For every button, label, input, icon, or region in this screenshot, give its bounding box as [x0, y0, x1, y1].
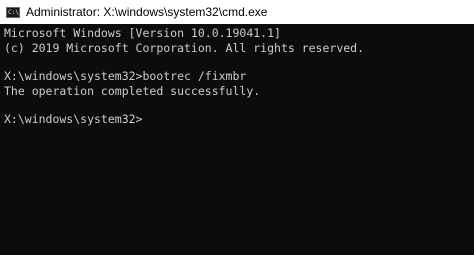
- cmd-icon: C:\: [6, 6, 20, 18]
- console-line-version: Microsoft Windows [Version 10.0.19041.1]: [4, 26, 281, 40]
- console-line-command: X:\windows\system32>bootrec /fixmbr: [4, 69, 247, 83]
- cmd-icon-glyph: C:\: [8, 8, 19, 16]
- window-title: Administrator: X:\windows\system32\cmd.e…: [26, 5, 268, 19]
- console-line-copyright: (c) 2019 Microsoft Corporation. All righ…: [4, 41, 365, 55]
- cmd-window: C:\ Administrator: X:\windows\system32\c…: [0, 0, 474, 255]
- console-prompt[interactable]: X:\windows\system32>: [4, 112, 142, 126]
- console-output[interactable]: Microsoft Windows [Version 10.0.19041.1]…: [0, 24, 474, 255]
- title-bar[interactable]: C:\ Administrator: X:\windows\system32\c…: [0, 0, 474, 24]
- console-line-result: The operation completed successfully.: [4, 84, 261, 98]
